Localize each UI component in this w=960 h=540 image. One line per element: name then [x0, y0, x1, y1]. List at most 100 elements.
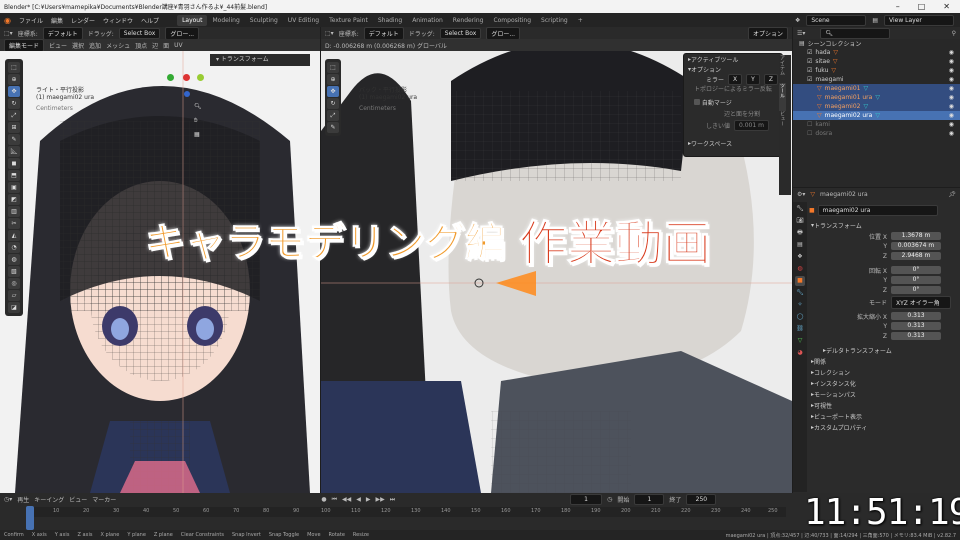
view-layer-tab-icon[interactable]: ▤: [795, 240, 805, 250]
checkbox-icon[interactable]: ☑: [807, 49, 812, 56]
outliner-row[interactable]: ☐ dosra ◉: [793, 129, 960, 138]
move-tool-icon[interactable]: ✥: [327, 86, 339, 97]
outliner-row[interactable]: ☑ hada ▽ ◉: [793, 48, 960, 57]
tab-sculpting[interactable]: Sculpting: [245, 15, 283, 26]
menu-vertex[interactable]: 頂点: [135, 41, 147, 50]
physics-tab-icon[interactable]: ◯: [795, 312, 805, 322]
visibility-eye-icon[interactable]: ◉: [949, 103, 954, 110]
menu-edit[interactable]: 編集: [51, 16, 63, 25]
maximize-button[interactable]: □: [918, 2, 926, 11]
scale-tool-icon[interactable]: ⤢: [327, 110, 339, 121]
knife-tool-icon[interactable]: ✂: [8, 218, 20, 229]
rotate-tool-icon[interactable]: ↻: [327, 98, 339, 109]
transform-section[interactable]: ▾ トランスフォーム: [809, 220, 959, 231]
outliner-row[interactable]: ☑ maegami ◉: [793, 75, 960, 84]
select-tool-icon[interactable]: ⬚: [8, 62, 20, 73]
editor-type-icon[interactable]: ⚙▾: [797, 191, 805, 198]
shrink-tool-icon[interactable]: ◎: [8, 278, 20, 289]
current-frame-field[interactable]: 1: [570, 494, 603, 505]
tab-texture-paint[interactable]: Texture Paint: [324, 15, 373, 26]
smooth-tool-icon[interactable]: ◍: [8, 254, 20, 265]
timeline-marker[interactable]: マーカー: [92, 495, 116, 504]
measure-tool-icon[interactable]: 📐︎: [8, 146, 20, 157]
timeline-keying[interactable]: キーイング: [34, 495, 64, 504]
visibility-eye-icon[interactable]: ◉: [949, 130, 954, 137]
editor-type-icon[interactable]: ⬚▾: [325, 30, 334, 37]
outliner-row[interactable]: ▽ maegami02 ▽ ◉: [793, 102, 960, 111]
delta-transform-section[interactable]: ▸ デルタトランスフォーム: [809, 345, 959, 356]
cursor-tool-icon[interactable]: ⊕: [8, 74, 20, 85]
jump-end-icon[interactable]: ⏭: [390, 496, 395, 504]
outliner-row[interactable]: ▽ maegami02 ura ▽ ◉: [793, 111, 960, 120]
side-panel-transform[interactable]: ▾ トランスフォーム: [210, 54, 310, 66]
tab-shading[interactable]: Shading: [373, 15, 407, 26]
visibility-eye-icon[interactable]: ◉: [949, 94, 954, 101]
menu-help[interactable]: ヘルプ: [141, 16, 159, 25]
inset-tool-icon[interactable]: ▣: [8, 182, 20, 193]
menu-add[interactable]: 追加: [89, 41, 101, 50]
gizmo-y-icon[interactable]: [197, 74, 204, 81]
instancing-section[interactable]: ▸ インスタンス化: [809, 378, 959, 389]
navigation-gizmo[interactable]: [163, 71, 209, 101]
rotate-tool-icon[interactable]: ↻: [8, 98, 20, 109]
minimize-button[interactable]: –: [896, 2, 900, 11]
topology-mirror-checkbox[interactable]: トポロジーによるミラー反転: [684, 85, 782, 95]
coordinate-dropdown[interactable]: デフォルト: [42, 27, 83, 39]
prev-key-icon[interactable]: ◀◀: [342, 496, 351, 503]
editor-type-icon[interactable]: ⬚▾: [4, 30, 13, 37]
frame-ruler[interactable]: 1 10 20 30 40 50 60 70 80 90 100 110 120…: [26, 507, 786, 517]
pin-icon[interactable]: 📌︎: [948, 191, 956, 198]
tab-item[interactable]: アイテム: [779, 55, 786, 83]
menu-edge[interactable]: 辺: [152, 41, 158, 50]
record-icon[interactable]: ●: [321, 496, 326, 503]
blender-logo-icon[interactable]: ◉: [4, 16, 11, 25]
play-reverse-icon[interactable]: ◀: [356, 496, 361, 503]
popup-active-tool[interactable]: ▸ アクティブツール: [684, 54, 782, 64]
checkbox-icon[interactable]: [694, 99, 700, 105]
material-tab-icon[interactable]: ◕: [795, 348, 805, 358]
visibility-eye-icon[interactable]: ◉: [949, 76, 954, 83]
tab-uv-editing[interactable]: UV Editing: [283, 15, 324, 26]
global-dropdown[interactable]: グロー...: [486, 27, 521, 39]
mode-dropdown[interactable]: 編集モード: [4, 39, 45, 51]
tab-modeling[interactable]: Modeling: [207, 15, 244, 26]
rotation-x-field[interactable]: 0°: [891, 266, 941, 274]
gizmo-z-icon[interactable]: [167, 74, 174, 81]
edge-slide-tool-icon[interactable]: ▧: [8, 266, 20, 277]
scale-y-field[interactable]: 0.313: [891, 322, 941, 330]
tab-scripting[interactable]: Scripting: [536, 15, 573, 26]
checkbox-icon[interactable]: ☑: [807, 76, 812, 83]
gizmo-x-icon[interactable]: [183, 74, 190, 81]
visibility-eye-icon[interactable]: ◉: [949, 67, 954, 74]
close-button[interactable]: ✕: [943, 2, 950, 11]
tab-view[interactable]: ビュー: [779, 111, 786, 139]
world-tab-icon[interactable]: ◍: [795, 264, 805, 274]
location-z-field[interactable]: 2.9468 m: [891, 252, 941, 260]
tool-tab-icon[interactable]: 🔧︎: [795, 204, 805, 214]
output-tab-icon[interactable]: 🖶: [795, 228, 805, 238]
menu-view[interactable]: ビュー: [49, 41, 67, 50]
zoom-icon[interactable]: 🔍︎: [194, 103, 204, 117]
scale-x-field[interactable]: 0.313: [891, 312, 941, 320]
menu-file[interactable]: ファイル: [19, 16, 43, 25]
menu-mesh[interactable]: メッシュ: [106, 41, 130, 50]
add-cube-tool-icon[interactable]: ◼: [8, 158, 20, 169]
editor-type-icon[interactable]: ◷▾: [4, 496, 12, 503]
pan-icon[interactable]: ✋︎: [194, 117, 204, 131]
scene-field[interactable]: Scene: [806, 14, 867, 26]
tab-animation[interactable]: Animation: [407, 15, 448, 26]
tab-layout[interactable]: Layout: [177, 14, 208, 26]
global-dropdown[interactable]: グロー...: [165, 27, 200, 39]
clock-icon[interactable]: ◷: [607, 496, 612, 503]
relations-section[interactable]: ▸ 関係: [809, 356, 959, 367]
annotate-tool-icon[interactable]: ✎: [327, 122, 339, 133]
scale-z-field[interactable]: 0.313: [891, 332, 941, 340]
menu-select[interactable]: 選択: [72, 41, 84, 50]
tab-rendering[interactable]: Rendering: [448, 15, 489, 26]
start-frame-field[interactable]: 1: [634, 494, 665, 505]
play-icon[interactable]: ▶: [366, 496, 371, 503]
transform-tool-icon[interactable]: ⊞: [8, 122, 20, 133]
visibility-eye-icon[interactable]: ◉: [949, 49, 954, 56]
threshold-field[interactable]: 0.001 m: [734, 120, 769, 131]
annotate-tool-icon[interactable]: ✎: [8, 134, 20, 145]
